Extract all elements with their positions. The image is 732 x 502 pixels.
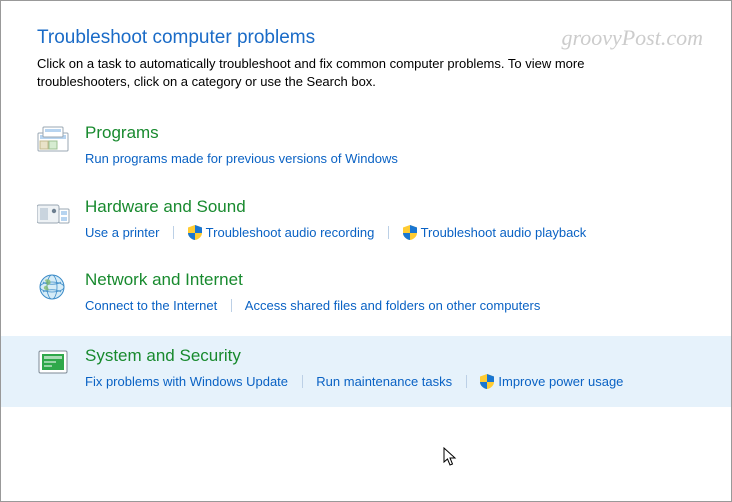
shield-icon [403,224,417,239]
shield-icon [480,373,494,388]
link-troubleshoot-audio-recording[interactable]: Troubleshoot audio recording [206,225,375,240]
link-connect-internet[interactable]: Connect to the Internet [85,298,217,313]
category-network-internet: Network and Internet Connect to the Inte… [37,262,701,329]
link-troubleshoot-audio-playback[interactable]: Troubleshoot audio playback [421,225,587,240]
separator [231,299,232,312]
system-security-icon [37,348,71,378]
cursor-icon [443,447,459,467]
link-use-printer[interactable]: Use a printer [85,225,159,240]
category-hardware-sound: Hardware and Sound Use a printer Trouble… [37,189,701,256]
separator [466,375,467,388]
separator [173,226,174,239]
link-improve-power-usage[interactable]: Improve power usage [498,374,623,389]
troubleshoot-window: groovyPost.com Troubleshoot computer pro… [0,0,732,502]
link-access-shared-files[interactable]: Access shared files and folders on other… [245,298,541,313]
hardware-sound-icon [37,199,71,229]
separator [388,226,389,239]
link-run-maintenance-tasks[interactable]: Run maintenance tasks [316,374,452,389]
category-system-security: System and Security Fix problems with Wi… [1,336,731,407]
shield-icon [188,224,202,239]
separator [302,375,303,388]
page-title: Troubleshoot computer problems [37,27,701,49]
programs-icon [37,125,71,155]
category-title-hardware-sound[interactable]: Hardware and Sound [85,197,246,217]
page-description: Click on a task to automatically trouble… [37,55,677,91]
network-internet-icon [37,272,71,302]
category-programs: Programs Run programs made for previous … [37,115,701,182]
category-title-network-internet[interactable]: Network and Internet [85,270,243,290]
content-area: Troubleshoot computer problems Click on … [1,1,731,433]
link-fix-windows-update[interactable]: Fix problems with Windows Update [85,374,288,389]
category-title-system-security[interactable]: System and Security [85,346,241,366]
category-title-programs[interactable]: Programs [85,123,159,143]
link-run-programs-previous-windows[interactable]: Run programs made for previous versions … [85,151,398,166]
